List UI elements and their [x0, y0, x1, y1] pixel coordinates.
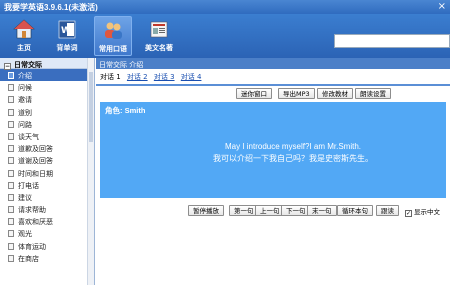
home-icon: [13, 19, 35, 39]
sidebar-item-label: 建议: [18, 193, 32, 202]
toolbar-articles-button[interactable]: 美文名著: [140, 16, 178, 56]
word-book-icon: W: [58, 20, 76, 39]
sidebar-item-label: 时间和日期: [18, 169, 53, 178]
sidebar-item-label: 问路: [18, 120, 32, 129]
sidebar-item-label: 体育运动: [18, 242, 46, 251]
sidebar-item-label: 介绍: [18, 72, 32, 80]
users-icon: [105, 22, 122, 39]
speaker-role: 角色: Smith: [105, 106, 146, 115]
sidebar-item[interactable]: 体育运动: [0, 240, 94, 252]
tab-dialog-2[interactable]: 对话 2: [127, 73, 148, 81]
main-toolbar: 主页 W 背单词 常用口语 美文名著: [0, 14, 450, 58]
category-sidebar: − 日常交际 介绍问候邀请道别问路谈天气道歉及回答道谢及回答时间和日期打电话建议请…: [0, 58, 95, 285]
document-icon: [8, 230, 14, 238]
document-icon: [8, 181, 14, 189]
sidebar-item[interactable]: 观光: [0, 227, 94, 239]
sidebar-item[interactable]: 道别: [0, 106, 94, 118]
english-sentence[interactable]: May I introduce myself?I am Mr.Smith.: [100, 142, 446, 151]
document-icon: [8, 157, 14, 165]
sidebar-group-label: 日常交际: [14, 61, 42, 69]
document-icon: [8, 72, 14, 79]
sidebar-item-label: 打电话: [18, 181, 39, 190]
sidebar-item[interactable]: 建议: [0, 191, 94, 203]
title-bar: 我要学英语3.9.6.1(未激活) ×: [0, 0, 450, 14]
breadcrumb: 日常交际 介绍: [96, 58, 450, 69]
sidebar-item[interactable]: 问候: [0, 81, 94, 93]
edit-textbook-button[interactable]: 修改教材: [317, 88, 353, 99]
tab-divider: [96, 84, 450, 86]
sidebar-item-label: 道别: [18, 108, 32, 117]
scrollbar-thumb[interactable]: [89, 72, 93, 142]
sidebar-group-header[interactable]: − 日常交际: [0, 58, 94, 70]
collapse-icon[interactable]: −: [4, 63, 11, 70]
document-icon: [8, 108, 14, 116]
loop-sentence-button[interactable]: 循环本句: [337, 205, 373, 216]
tab-dialog-4[interactable]: 对话 4: [181, 73, 202, 81]
sidebar-item-label: 道歉及回答: [18, 145, 53, 154]
show-chinese-label: 显示中文: [414, 208, 440, 216]
document-icon: [8, 193, 14, 201]
document-icon: [8, 206, 14, 214]
sidebar-item[interactable]: 谈天气: [0, 130, 94, 142]
show-chinese-checkbox[interactable]: ✓ 显示中文: [405, 206, 440, 217]
newspaper-icon: [150, 21, 168, 38]
toolbar-articles-label: 美文名著: [145, 44, 173, 52]
sidebar-item[interactable]: 时间和日期: [0, 167, 94, 179]
window-title: 我要学英语3.9.6.1(未激活): [4, 3, 98, 12]
sidebar-item[interactable]: 邀请: [0, 93, 94, 105]
dialog-tabs: 对话 1 对话 2 对话 3 对话 4: [96, 69, 450, 82]
toolbar-home-button[interactable]: 主页: [5, 16, 43, 56]
sidebar-item-label: 谈天气: [18, 132, 39, 141]
svg-text:W: W: [61, 26, 71, 36]
document-icon: [8, 145, 14, 153]
document-icon: [8, 254, 14, 262]
sidebar-item-label: 问候: [18, 84, 32, 93]
sidebar-item[interactable]: 在商店: [0, 252, 94, 264]
pause-button[interactable]: 暂停播放: [188, 205, 224, 216]
sidebar-item[interactable]: 道歉及回答: [0, 142, 94, 154]
sidebar-item[interactable]: 打电话: [0, 179, 94, 191]
sidebar-list: 介绍问候邀请道别问路谈天气道歉及回答道谢及回答时间和日期打电话建议请求帮助喜欢和…: [0, 69, 94, 264]
document-icon: [8, 132, 14, 140]
toolbar-home-label: 主页: [17, 44, 31, 52]
sidebar-item[interactable]: 道谢及回答: [0, 154, 94, 166]
dialog-content-area: 角色: Smith May I introduce myself?I am Mr…: [100, 102, 446, 198]
document-icon: [8, 84, 14, 92]
sidebar-item[interactable]: 喜欢和厌恶: [0, 215, 94, 227]
sidebar-item-label: 喜欢和厌恶: [18, 218, 53, 227]
document-icon: [8, 96, 14, 104]
toolbar-phrases-label: 常用口语: [99, 45, 127, 53]
follow-read-button[interactable]: 跟读: [376, 205, 399, 216]
mini-window-button[interactable]: 迷你窗口: [236, 88, 272, 99]
sidebar-item[interactable]: 请求帮助: [0, 203, 94, 215]
checkbox-check-icon[interactable]: ✓: [405, 210, 412, 217]
main-panel: 日常交际 介绍 对话 1 对话 2 对话 3 对话 4 迷你窗口 导出MP3 修…: [96, 58, 450, 285]
sidebar-item[interactable]: 介绍: [0, 69, 94, 82]
close-icon[interactable]: ×: [438, 1, 446, 12]
document-icon: [8, 169, 14, 177]
sidebar-item-label: 观光: [18, 230, 32, 239]
chinese-sentence[interactable]: 我可以介绍一下我自己吗？我是史密斯先生。: [100, 153, 446, 164]
sidebar-scrollbar[interactable]: [87, 58, 94, 285]
tab-dialog-1[interactable]: 对话 1: [100, 73, 121, 81]
sidebar-item-label: 在商店: [18, 254, 39, 263]
document-icon: [8, 218, 14, 226]
export-mp3-button[interactable]: 导出MP3: [278, 88, 315, 99]
last-sentence-button[interactable]: 末一句: [307, 205, 337, 216]
sidebar-item-label: 请求帮助: [18, 206, 46, 215]
sidebar-item-label: 邀请: [18, 96, 32, 105]
toolbar-vocab-button[interactable]: W 背单词: [48, 16, 86, 56]
document-icon: [8, 242, 14, 250]
search-input[interactable]: [334, 34, 450, 48]
read-settings-button[interactable]: 朗读设置: [355, 88, 391, 99]
toolbar-vocab-label: 背单词: [56, 44, 78, 52]
sidebar-item[interactable]: 问路: [0, 118, 94, 130]
toolbar-phrases-button[interactable]: 常用口语: [94, 16, 132, 56]
sidebar-item-label: 道谢及回答: [18, 157, 53, 166]
tab-dialog-3[interactable]: 对话 3: [154, 73, 175, 81]
document-icon: [8, 120, 14, 128]
